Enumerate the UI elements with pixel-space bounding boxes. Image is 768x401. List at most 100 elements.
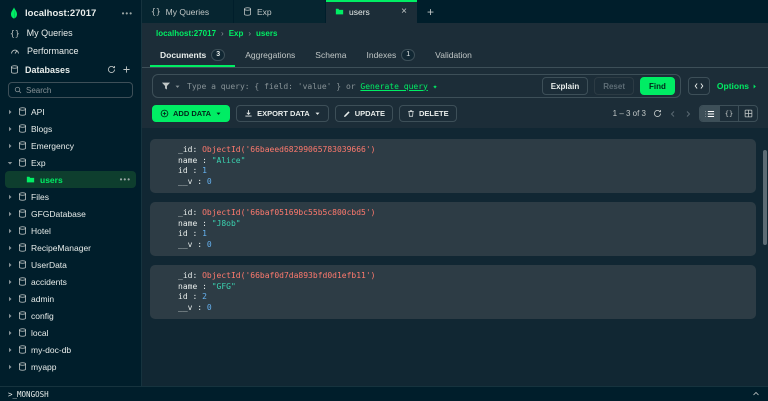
database-item-Emergency[interactable]: Emergency: [0, 137, 141, 154]
database-item-my-doc-db[interactable]: my-doc-db: [0, 341, 141, 358]
collection-header-area: localhost:27017 › Exp › users Documents …: [142, 23, 768, 128]
query-code-toggle-button[interactable]: [687, 77, 710, 95]
caret-right-icon: [9, 194, 12, 199]
chevron-up-icon[interactable]: [752, 390, 760, 398]
collection-item-users[interactable]: users •••: [5, 171, 136, 188]
sidebar: localhost:27017 ••• {} My Queries Perfor…: [0, 0, 142, 386]
document-field: id : 1: [178, 166, 207, 175]
pencil-icon: [343, 110, 350, 117]
database-item-accidents[interactable]: accidents: [0, 273, 141, 290]
mongosh-label: >_MONGOSH: [8, 389, 49, 399]
database-item-UserData[interactable]: UserData: [0, 256, 141, 273]
databases-header[interactable]: Databases: [0, 60, 141, 79]
database-item-API[interactable]: API: [0, 103, 141, 120]
document-field: id : 1: [178, 229, 207, 238]
code-icon: [694, 83, 704, 89]
document-card[interactable]: _id: ObjectId('66baf05169bc55b5c800cbd5'…: [150, 202, 756, 256]
reset-button[interactable]: Reset: [594, 77, 634, 95]
database-item-Blogs[interactable]: Blogs: [0, 120, 141, 137]
connection-menu-icon[interactable]: •••: [122, 9, 133, 18]
database-item-config[interactable]: config: [0, 307, 141, 324]
query-input[interactable]: Type a query: { field: 'value' } or Gene…: [187, 82, 536, 91]
database-item-GFGDatabase[interactable]: GFGDatabase: [0, 205, 141, 222]
tab-my-queries[interactable]: {} My Queries: [142, 0, 234, 23]
filter-options-toggle[interactable]: [161, 81, 181, 91]
database-item-admin[interactable]: admin: [0, 290, 141, 307]
close-icon[interactable]: ×: [400, 6, 408, 17]
generate-query-link[interactable]: Generate query: [360, 82, 427, 91]
scrollbar-thumb[interactable]: [763, 150, 767, 245]
refresh-databases-icon[interactable]: [107, 65, 116, 74]
tab-aggregations[interactable]: Aggregations: [235, 43, 305, 67]
document-field: id : 2: [178, 292, 207, 301]
tab-users[interactable]: users ×: [326, 0, 418, 23]
mongodb-leaf-icon: [10, 7, 18, 19]
tab-indexes[interactable]: Indexes 1: [356, 43, 425, 67]
sparkle-icon: ✦: [427, 81, 438, 91]
database-icon: [19, 345, 26, 354]
new-tab-button[interactable]: +: [418, 0, 443, 23]
database-list: API Blogs Emergency Exp users ••• Files GFGData…: [0, 103, 141, 386]
table-view-button[interactable]: [738, 106, 757, 121]
sidebar-item-performance[interactable]: Performance: [0, 42, 141, 60]
caret-down-icon: [7, 161, 13, 164]
collection-icon: [26, 176, 35, 183]
document-field: _id: ObjectId('66baf05169bc55b5c800cbd5'…: [178, 208, 376, 217]
tab-validation[interactable]: Validation: [425, 43, 482, 67]
breadcrumb: localhost:27017 › Exp › users: [142, 23, 768, 43]
search-icon: [14, 86, 22, 94]
breadcrumb-collection[interactable]: users: [256, 29, 277, 38]
database-icon: [244, 7, 251, 16]
export-data-button[interactable]: EXPORT DATA: [236, 105, 329, 122]
braces-icon: {}: [724, 109, 734, 118]
mongosh-bar[interactable]: >_MONGOSH: [0, 386, 768, 401]
tab-exp[interactable]: Exp: [234, 0, 326, 23]
find-button[interactable]: Find: [640, 77, 675, 95]
database-item-Hotel[interactable]: Hotel: [0, 222, 141, 239]
database-item-Exp[interactable]: Exp: [0, 154, 141, 171]
refresh-documents-icon[interactable]: [653, 109, 662, 118]
database-icon: [19, 107, 26, 116]
query-options-toggle[interactable]: Options: [717, 81, 758, 91]
document-field: _id: ObjectId('66baf0d7da893bfd0d1efb11'…: [178, 271, 376, 280]
caret-right-icon: [753, 84, 756, 88]
document-card[interactable]: _id: ObjectId('66baf0d7da893bfd0d1efb11'…: [150, 265, 756, 319]
database-item-myapp[interactable]: myapp: [0, 358, 141, 375]
workspace-tabbar: {} My Queries Exp users × +: [142, 0, 768, 23]
chevron-right-icon: ›: [248, 28, 252, 38]
prev-page-icon[interactable]: [669, 110, 677, 118]
create-database-icon[interactable]: [122, 65, 131, 74]
database-icon: [19, 277, 26, 286]
explain-button[interactable]: Explain: [541, 77, 589, 95]
trash-icon: [408, 110, 414, 117]
tab-documents[interactable]: Documents 3: [150, 43, 235, 67]
json-view-button[interactable]: {}: [719, 106, 738, 121]
document-field: name : "Alice": [178, 155, 246, 165]
tab-schema[interactable]: Schema: [305, 43, 356, 67]
chevron-right-icon: ›: [221, 28, 224, 38]
document-field: name : "GFG": [178, 281, 236, 291]
database-item-Files[interactable]: Files: [0, 188, 141, 205]
document-card[interactable]: _id: ObjectId('66baeed68299065783039666'…: [150, 139, 756, 193]
connection-header: localhost:27017 •••: [0, 0, 141, 24]
list-view-button[interactable]: [700, 106, 719, 121]
caret-right-icon: [9, 211, 12, 216]
caret-right-icon: [9, 313, 12, 318]
database-item-local[interactable]: local: [0, 324, 141, 341]
next-page-icon[interactable]: [684, 110, 692, 118]
search-input[interactable]: [26, 85, 127, 95]
view-switcher: {}: [699, 105, 758, 122]
breadcrumb-host[interactable]: localhost:27017: [156, 29, 216, 38]
delete-button[interactable]: DELETE: [398, 105, 457, 122]
collection-menu-icon[interactable]: •••: [120, 175, 131, 184]
sidebar-item-my-queries[interactable]: {} My Queries: [0, 24, 141, 42]
caret-right-icon: [9, 245, 12, 250]
database-icon: [19, 260, 26, 269]
breadcrumb-database[interactable]: Exp: [229, 29, 244, 38]
add-data-button[interactable]: ADD DATA: [152, 105, 231, 122]
database-icon: [19, 209, 26, 218]
update-button[interactable]: UPDATE: [334, 105, 393, 122]
database-item-RecipeManager[interactable]: RecipeManager: [0, 239, 141, 256]
document-field: __v : 0: [178, 239, 212, 249]
database-icon: [19, 192, 26, 201]
